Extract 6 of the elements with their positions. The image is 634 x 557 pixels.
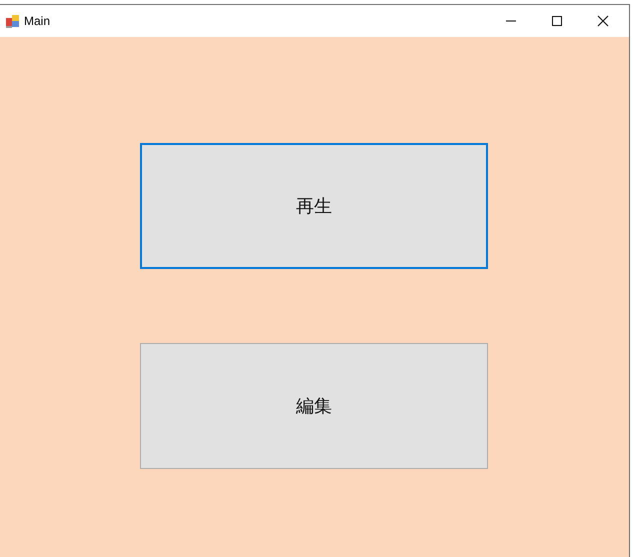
app-icon [5,13,21,29]
form-button[interactable]: 編集 [140,343,488,469]
window-title: Main [24,14,50,28]
form-button[interactable]: 再生 [140,143,488,269]
close-icon[interactable] [597,15,609,27]
maximize-icon[interactable] [551,15,563,27]
